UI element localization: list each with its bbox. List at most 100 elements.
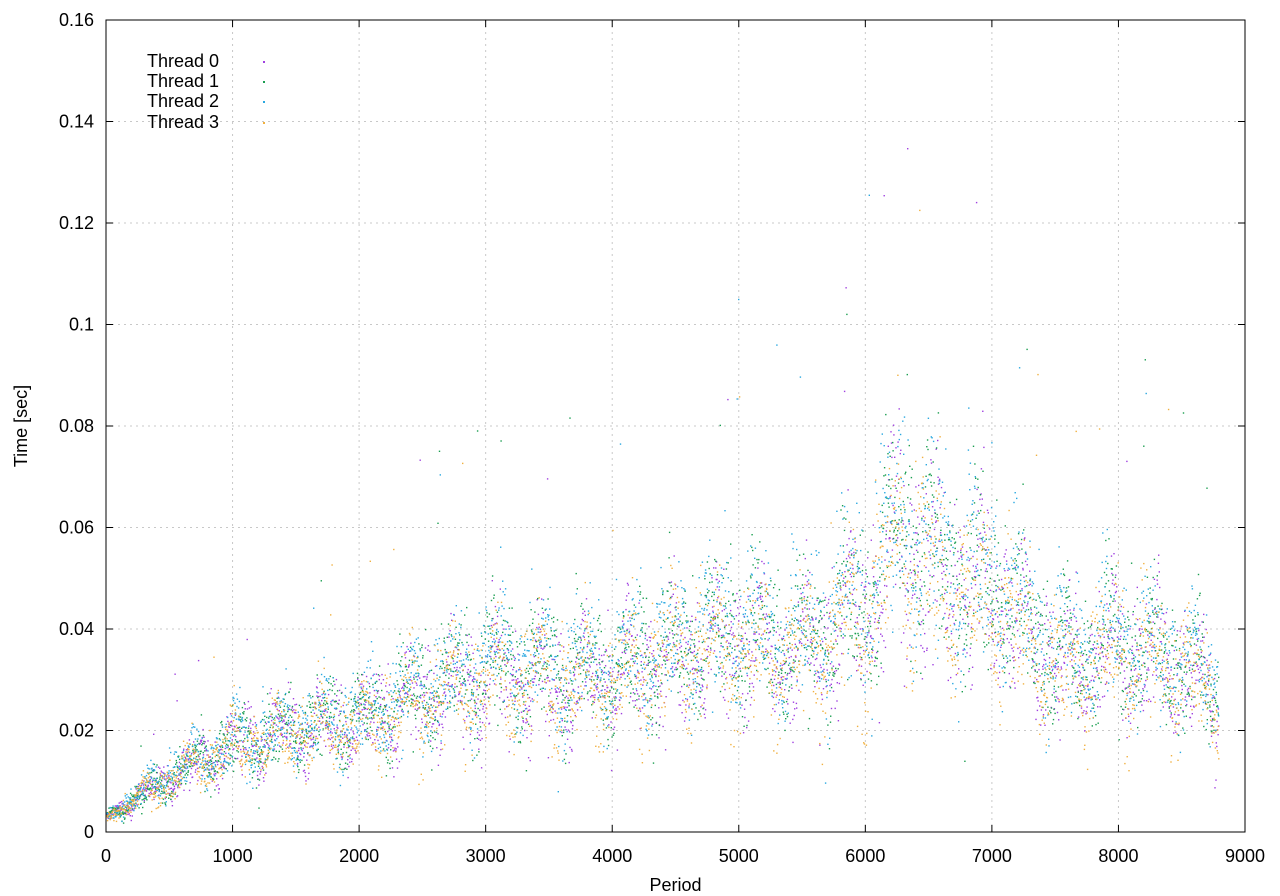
data-point: [917, 551, 919, 553]
data-point: [795, 606, 797, 608]
data-point: [625, 646, 627, 649]
data-point: [152, 783, 154, 786]
data-point: [1193, 706, 1195, 708]
data-point: [695, 631, 698, 633]
data-point: [174, 793, 176, 795]
data-point: [873, 597, 875, 599]
data-point: [505, 665, 507, 667]
data-point: [1132, 613, 1134, 616]
data-point: [252, 770, 255, 773]
data-point: [885, 533, 887, 536]
data-point: [679, 647, 681, 649]
data-point: [885, 484, 888, 486]
data-point: [932, 461, 934, 463]
data-point: [493, 650, 496, 653]
data-point: [749, 690, 751, 692]
data-point: [738, 634, 740, 636]
data-point: [683, 665, 685, 667]
data-point: [1055, 675, 1057, 677]
data-point: [726, 648, 729, 650]
data-point: [318, 726, 320, 728]
data-point: [722, 696, 725, 699]
data-point: [202, 754, 205, 756]
data-point: [554, 688, 556, 690]
data-point: [679, 620, 681, 622]
data-point: [531, 664, 534, 666]
data-point: [716, 586, 718, 588]
data-point: [663, 639, 666, 641]
data-point: [555, 698, 558, 700]
data-point: [924, 486, 927, 488]
data-point: [735, 615, 738, 617]
data-point: [172, 795, 174, 798]
data-point: [388, 684, 391, 686]
data-point: [733, 600, 735, 602]
data-point: [791, 687, 793, 689]
data-point: [1028, 584, 1030, 586]
data-point: [1091, 633, 1093, 636]
data-point: [832, 643, 835, 645]
data-point: [308, 772, 310, 774]
data-point: [920, 621, 923, 623]
data-point: [158, 789, 161, 791]
data-point: [799, 587, 802, 590]
data-point: [823, 614, 825, 617]
data-point: [420, 680, 422, 683]
data-point: [786, 713, 788, 715]
data-point: [269, 692, 271, 694]
data-point: [976, 544, 979, 546]
data-point: [855, 552, 857, 554]
data-point: [129, 798, 131, 801]
data-point: [680, 651, 682, 653]
data-point: [304, 772, 306, 774]
data-point: [911, 546, 913, 549]
data-point: [811, 616, 813, 618]
data-point: [433, 672, 435, 675]
data-point: [423, 692, 425, 694]
data-point: [784, 672, 787, 674]
data-point: [974, 463, 976, 465]
data-point: [639, 591, 642, 593]
data-point: [662, 619, 665, 622]
data-point: [691, 620, 693, 623]
data-point: [968, 668, 971, 670]
data-point: [558, 677, 560, 679]
data-point: [636, 652, 638, 654]
data-point: [220, 766, 222, 769]
data-point: [561, 735, 563, 737]
data-point: [846, 560, 849, 563]
data-point: [914, 572, 916, 574]
data-point: [982, 541, 984, 543]
data-point: [724, 688, 726, 691]
data-point: [748, 653, 750, 655]
data-point: [630, 658, 632, 660]
data-point: [1133, 654, 1135, 656]
data-point: [476, 688, 478, 691]
data-point: [225, 768, 227, 770]
data-point: [858, 614, 860, 616]
data-point: [448, 636, 450, 638]
data-point: [364, 707, 366, 709]
data-point: [883, 195, 885, 197]
data-point: [610, 721, 612, 723]
data-point: [1000, 610, 1002, 612]
data-point: [586, 669, 588, 671]
data-point: [843, 618, 845, 620]
data-point: [1145, 700, 1148, 702]
data-point: [1079, 672, 1081, 674]
data-point: [425, 687, 427, 689]
data-point: [278, 750, 280, 753]
data-point: [252, 723, 254, 726]
data-point: [769, 653, 772, 655]
data-point: [734, 601, 736, 603]
data-point: [408, 664, 410, 666]
data-point: [494, 605, 497, 608]
data-point: [1126, 737, 1128, 739]
data-point: [704, 594, 706, 597]
data-point: [305, 728, 307, 731]
data-point: [599, 696, 601, 698]
data-point: [569, 417, 571, 419]
data-point: [1128, 683, 1131, 685]
data-point: [121, 800, 123, 803]
data-point: [863, 638, 866, 640]
